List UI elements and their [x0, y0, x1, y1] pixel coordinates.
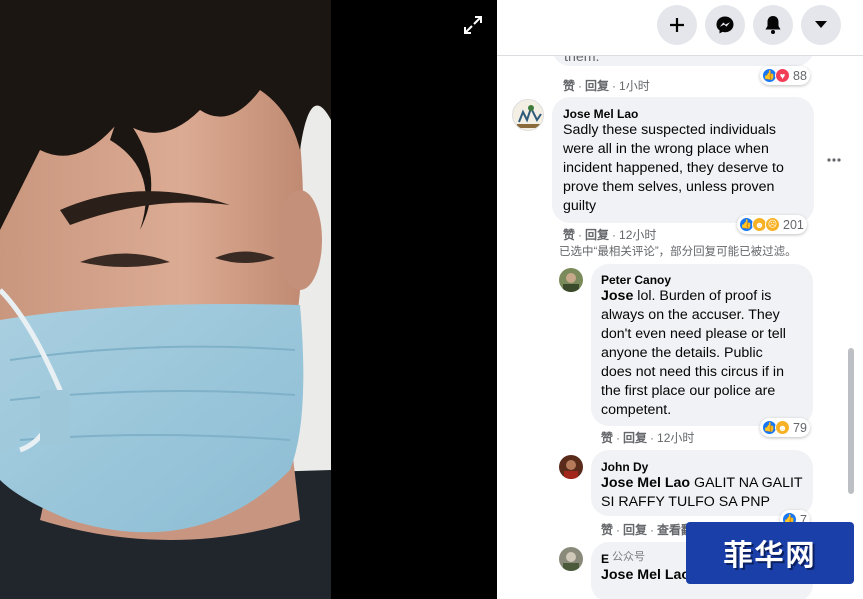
avatar[interactable]: [559, 547, 583, 571]
reaction-summary[interactable]: 👍 ☻ 79: [760, 418, 810, 437]
mention-tag[interactable]: Jose Mel Lao: [601, 475, 690, 491]
reaction-summary[interactable]: 👍 ♥ 88: [760, 66, 810, 85]
reply-button[interactable]: 回复: [585, 228, 609, 242]
avatar[interactable]: [559, 455, 583, 479]
like-button[interactable]: 赞: [563, 228, 575, 242]
reply-bubble: Peter Canoy Jose lol. Burden of proof is…: [591, 264, 813, 426]
bell-icon[interactable]: [753, 5, 793, 45]
avatar[interactable]: [512, 99, 544, 131]
comment-author[interactable]: Jose Mel Lao: [563, 107, 638, 121]
expand-icon[interactable]: [462, 14, 484, 36]
like-button[interactable]: 赞: [563, 79, 575, 93]
reaction-count: 79: [793, 420, 807, 435]
comment-author[interactable]: E: [601, 552, 609, 566]
reaction-summary[interactable]: 👍 ☻ ☹ 201: [737, 215, 807, 234]
avatar[interactable]: [559, 268, 583, 292]
reply-button[interactable]: 回复: [623, 431, 647, 445]
top-action-bar: [497, 0, 863, 56]
comments-panel: them. 赞 · 回复 · 1小时 👍 ♥ 88 Jose Mel Lao Sadly…: [497, 0, 863, 599]
love-reaction-icon: ♥: [775, 68, 790, 83]
comment-time[interactable]: 12小时: [619, 228, 656, 242]
scrollbar[interactable]: [848, 348, 854, 494]
filter-note: 已选中“最相关评论”，部分回复可能已被过滤。: [559, 246, 797, 258]
comment-author[interactable]: John Dy: [601, 460, 648, 474]
watermark-text: 菲华网: [723, 538, 817, 572]
comment-time[interactable]: 1小时: [619, 79, 650, 93]
reply-button[interactable]: 回复: [585, 79, 609, 93]
comment-text: Jose lol. Burden of proof is always on t…: [601, 288, 786, 418]
messenger-icon[interactable]: [705, 5, 745, 45]
caret-down-icon[interactable]: [801, 5, 841, 45]
comment-time[interactable]: 12小时: [657, 431, 694, 445]
sad-reaction-icon: ☹: [765, 217, 780, 232]
reply-button[interactable]: 回复: [623, 523, 647, 537]
reaction-count: 201: [783, 217, 804, 232]
comment-actions: 赞 · 回复 · 1小时: [563, 79, 650, 93]
watermark-source: 公众号: [612, 551, 645, 563]
mention-tag[interactable]: Jose Mel Lao: [601, 567, 690, 583]
reaction-count: 88: [793, 68, 807, 83]
mention-tag[interactable]: Jose: [601, 288, 633, 304]
plus-icon[interactable]: [657, 5, 697, 45]
comment-actions: 赞 · 回复 · 12小时: [563, 228, 657, 242]
like-button[interactable]: 赞: [601, 431, 613, 445]
more-options-icon[interactable]: [826, 152, 842, 168]
comment-author[interactable]: Peter Canoy: [601, 273, 671, 287]
post-photo: [0, 0, 331, 599]
comment-bubble: Jose Mel Lao Sadly these suspected indiv…: [552, 97, 814, 223]
reply-bubble: John Dy Jose Mel Lao GALIT NA GALIT SI R…: [591, 450, 813, 516]
photo-viewer: [0, 0, 497, 599]
haha-reaction-icon: ☻: [775, 420, 790, 435]
man-with-mask-image: [0, 0, 331, 599]
like-button[interactable]: 赞: [601, 523, 613, 537]
comment-text: Sadly these suspected individuals were a…: [563, 122, 784, 214]
comment-text: Jose Mel Lao GALIT NA GALIT SI RAFFY TUL…: [601, 475, 803, 510]
watermark-logo: 菲华网: [686, 522, 854, 584]
comment-actions: 赞 · 回复 · 12小时: [601, 431, 695, 445]
comment-actions: 赞 · 回复 · 查看翻: [601, 523, 694, 537]
